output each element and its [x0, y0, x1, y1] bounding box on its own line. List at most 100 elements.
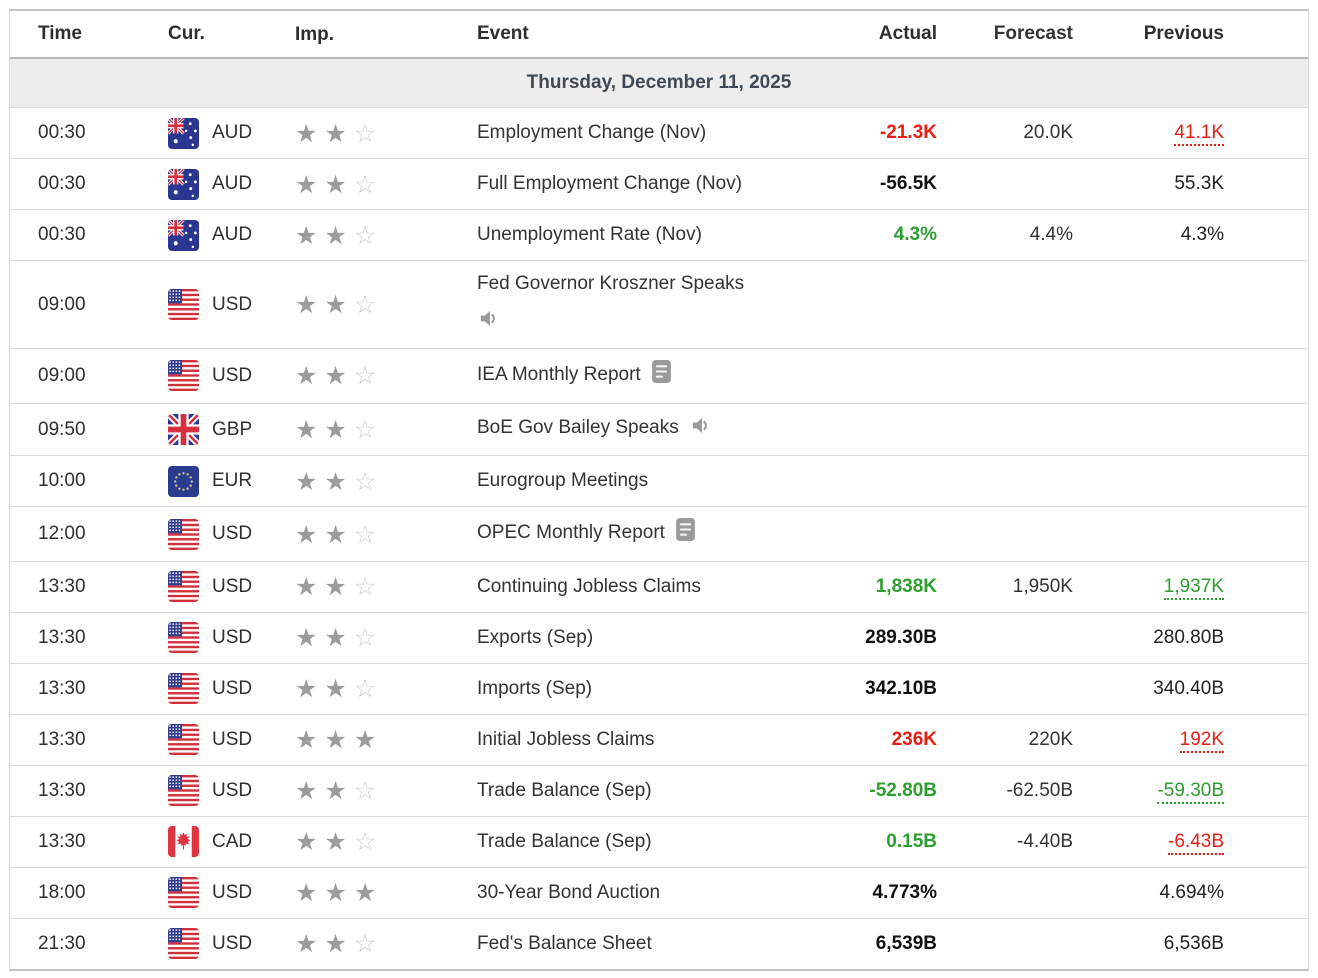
report-icon[interactable]: [675, 517, 696, 551]
event-time: 21:30: [38, 932, 86, 954]
importance-empty-stars: ☆: [353, 220, 384, 250]
event-row[interactable]: 13:30 CAD ★★☆ Trade Balance (Sep) 0.15B -4.40…: [10, 815, 1308, 867]
event-row[interactable]: 00:30 AUD ★★☆ Unemployment Rate (Nov) 4.3% 4.…: [10, 209, 1308, 260]
event-rows: 00:30 AUD ★★☆ Employment Change (Nov) -21.3K…: [10, 107, 1308, 969]
actual-value: -52.80B: [869, 779, 937, 801]
col-header-time: Time: [38, 23, 83, 44]
flag-united-states-icon: [168, 571, 199, 603]
importance-filled-stars: ★★: [295, 466, 354, 496]
event-row[interactable]: 09:00 USD ★★☆ Fed Governor Kroszner Speaks: [10, 260, 1308, 349]
event-row[interactable]: 10:00 EUR ★★☆ Eurogroup Meetings: [10, 455, 1308, 507]
col-header-actual: Actual: [878, 23, 937, 44]
speaker-icon[interactable]: [689, 414, 712, 446]
importance-stars: ★★☆: [295, 223, 477, 248]
forecast-value: -62.50B: [1006, 779, 1073, 801]
currency-code: AUD: [212, 122, 253, 143]
currency-code: GBP: [212, 418, 253, 440]
importance-stars: ★★★: [295, 727, 477, 752]
previous-value: 340.40B: [1153, 677, 1224, 699]
importance-filled-stars: ★★: [295, 519, 354, 549]
currency-code: USD: [212, 932, 253, 954]
event-row[interactable]: 12:00 USD ★★☆ OPEC Monthly Report: [10, 506, 1308, 561]
event-name: Trade Balance (Sep): [477, 830, 652, 852]
flag-australia-icon: [168, 117, 199, 149]
importance-empty-stars: ☆: [353, 169, 384, 199]
forecast-value: -4.40B: [1017, 830, 1073, 852]
importance-stars: ★★☆: [295, 172, 477, 197]
event-time: 13:30: [38, 779, 86, 801]
importance-stars: ★★☆: [295, 469, 477, 494]
actual-value: 342.10B: [865, 677, 937, 699]
importance-filled-stars: ★★: [295, 827, 354, 857]
importance-stars: ★★☆: [295, 625, 477, 650]
currency-code: CAD: [212, 830, 253, 852]
event-row[interactable]: 09:50 GBP ★★☆ BoE Gov Bailey Speaks: [10, 402, 1308, 456]
event-row[interactable]: 13:30 USD ★★☆ Continuing Jobless Claims 1,83…: [10, 560, 1308, 612]
col-header-forecast: Forecast: [993, 23, 1073, 44]
importance-empty-stars: ☆: [353, 929, 384, 959]
event-row[interactable]: 13:30 USD ★★☆ Trade Balance (Sep) -52.80B -62…: [10, 764, 1308, 816]
previous-value: 1,937K: [1073, 575, 1308, 600]
event-row[interactable]: 13:30 USD ★★☆ Imports (Sep) 342.10B 340.40B: [10, 662, 1308, 714]
event-time: 00:30: [38, 122, 86, 143]
flag-united-states-icon: [168, 622, 199, 654]
event-time: 13:30: [38, 575, 86, 597]
importance-empty-stars: ☆: [353, 290, 384, 320]
event-row[interactable]: 00:30 AUD ★★☆ Employment Change (Nov) -21.3K…: [10, 107, 1308, 158]
previous-value: 4.694%: [1159, 881, 1224, 903]
currency-code: USD: [212, 881, 253, 903]
importance-filled-stars: ★★: [295, 290, 354, 320]
economic-calendar-table: Time Cur. Imp. Event Actual Forecast Pre…: [9, 9, 1309, 971]
importance-stars: ★★☆: [295, 292, 477, 317]
col-header-importance: Imp.: [295, 23, 335, 45]
col-header-currency: Cur.: [168, 23, 205, 44]
previous-value: 280.80B: [1153, 626, 1224, 648]
flag-united-states-icon: [168, 775, 199, 807]
event-name: Fed's Balance Sheet: [477, 932, 652, 954]
importance-filled-stars: ★★: [295, 415, 354, 445]
event-row[interactable]: 18:00 USD ★★★ 30-Year Bond Auction 4.773% 4.6…: [10, 866, 1308, 918]
currency-code: AUD: [212, 224, 253, 245]
currency-code: USD: [212, 626, 253, 648]
event-time: 09:50: [38, 418, 86, 440]
currency-code: AUD: [212, 173, 253, 194]
event-time: 13:30: [38, 677, 86, 699]
event-time: 00:30: [38, 224, 86, 245]
event-name: IEA Monthly Report: [477, 364, 641, 386]
previous-value: -6.43B: [1073, 830, 1308, 855]
col-header-previous: Previous: [1143, 23, 1224, 44]
flag-united-states-icon: [168, 360, 199, 392]
actual-value: -21.3K: [879, 122, 937, 143]
importance-empty-stars: ☆: [353, 519, 384, 549]
importance-filled-stars: ★★: [295, 118, 354, 148]
event-time: 13:30: [38, 830, 86, 852]
importance-empty-stars: ☆: [353, 827, 384, 857]
speaker-icon[interactable]: [477, 307, 810, 339]
event-row[interactable]: 21:30 USD ★★☆ Fed's Balance Sheet 6,539B 6,53…: [10, 917, 1308, 969]
importance-empty-stars: ☆: [353, 776, 384, 806]
event-row[interactable]: 13:30 USD ★★☆ Exports (Sep) 289.30B 280.80B: [10, 611, 1308, 663]
previous-value: 192K: [1073, 728, 1308, 753]
importance-filled-stars: ★★★: [295, 878, 384, 908]
importance-empty-stars: ☆: [353, 572, 384, 602]
actual-value: 4.773%: [872, 881, 937, 903]
event-name: Full Employment Change (Nov): [477, 172, 743, 194]
event-row[interactable]: 00:30 AUD ★★☆ Full Employment Change (Nov) -…: [10, 158, 1308, 209]
currency-code: USD: [212, 293, 253, 315]
col-header-event: Event: [477, 23, 529, 44]
importance-stars: ★★☆: [295, 522, 477, 547]
flag-united-kingdom-icon: [168, 414, 199, 446]
event-name: Employment Change (Nov): [477, 121, 707, 143]
event-name: BoE Gov Bailey Speaks: [477, 416, 679, 438]
flag-canada-icon: [168, 826, 199, 858]
event-name: Unemployment Rate (Nov): [477, 223, 702, 245]
importance-empty-stars: ☆: [353, 623, 384, 653]
event-row[interactable]: 09:00 USD ★★☆ IEA Monthly Report: [10, 348, 1308, 403]
importance-filled-stars: ★★: [295, 169, 354, 199]
event-row[interactable]: 13:30 USD ★★★ Initial Jobless Claims 236K 220…: [10, 713, 1308, 765]
currency-code: USD: [212, 677, 253, 699]
report-icon[interactable]: [651, 359, 672, 393]
event-time: 13:30: [38, 626, 86, 648]
flag-united-states-icon: [168, 673, 199, 705]
flag-european-union-icon: [168, 465, 199, 497]
